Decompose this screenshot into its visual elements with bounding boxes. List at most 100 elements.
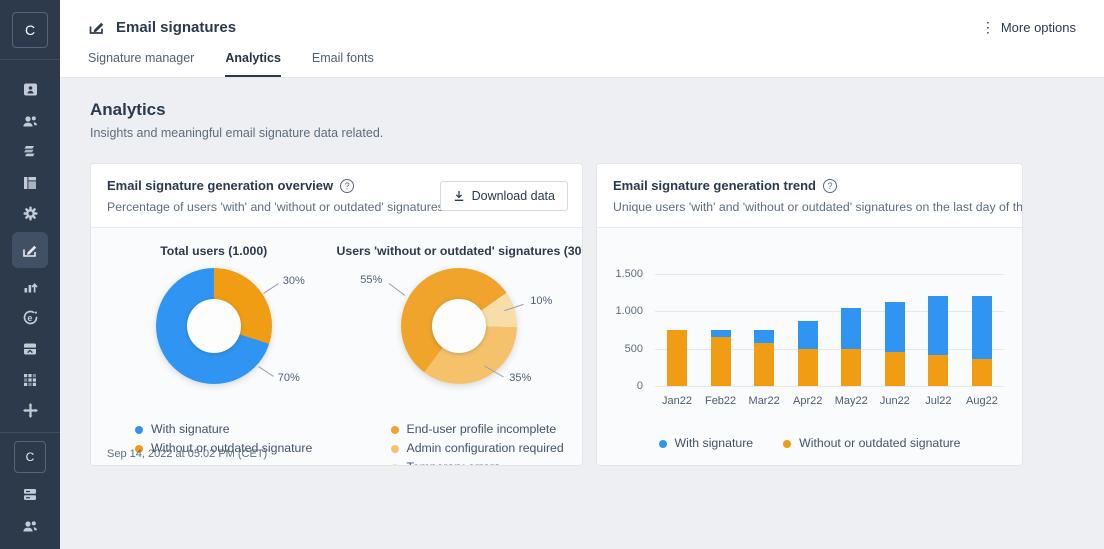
sidebar-item-email-signatures[interactable] <box>12 232 48 268</box>
help-icon[interactable]: ? <box>340 178 355 193</box>
donut2-legend: End-user profile incomplete Admin config… <box>390 420 583 465</box>
signature-icon <box>23 245 37 257</box>
legend-dot-orange <box>783 439 792 448</box>
callout-line <box>262 283 279 294</box>
legend-label: End-user profile incomplete <box>406 422 557 436</box>
download-data-button[interactable]: Download data <box>439 181 568 211</box>
donut-total-users: Total users (1.000) 30% 70% With signatu… <box>91 228 337 465</box>
ytick-0: 0 <box>636 380 643 392</box>
legend-label: Admin configuration required <box>406 441 564 455</box>
sidebar-item-server[interactable] <box>12 479 48 510</box>
content-area: Analytics Insights and meaningful email … <box>60 78 1104 466</box>
sidebar-item-contacts[interactable] <box>12 74 48 105</box>
trend-card: Email signature generation trend ? Uniqu… <box>596 163 1023 466</box>
legend-label: With signature <box>151 422 230 436</box>
trend-legend: With signature Without or outdated signa… <box>597 434 1022 453</box>
section-title: Analytics <box>90 100 166 119</box>
ytick-1500: 1.500 <box>615 268 643 280</box>
template-grid-icon <box>24 176 36 189</box>
bar-Apr22[interactable] <box>797 274 818 386</box>
download-data-label: Download data <box>471 189 555 203</box>
sidebar-item-layers[interactable] <box>12 136 48 167</box>
xlabel-Jan22: Jan22 <box>662 395 692 407</box>
legend-dot-orange-dark <box>390 425 399 434</box>
xlabel-Mar22: Mar22 <box>748 395 780 407</box>
sidebar-item-users[interactable] <box>12 105 48 136</box>
contact-card-icon <box>23 83 37 96</box>
user-group-icon <box>23 520 37 531</box>
sidebar-item-settings[interactable] <box>12 198 48 229</box>
overview-card-title: Email signature generation overview <box>107 178 334 193</box>
circular-e-icon: e <box>23 310 37 325</box>
callout-line <box>257 366 274 377</box>
callout-line <box>388 283 406 296</box>
sidebar-item-user-groups[interactable] <box>12 510 48 541</box>
section-subtitle: Insights and meaningful email signature … <box>90 126 384 140</box>
legend-item-with-signature: With signature <box>658 434 754 453</box>
app-logo-letter: C <box>24 22 36 38</box>
ytick-1000: 1.000 <box>615 305 643 318</box>
kebab-icon: ⋮ <box>980 19 995 35</box>
bar-Aug22[interactable] <box>971 274 992 386</box>
more-options-button[interactable]: ⋮ More options <box>981 20 1076 35</box>
page-header: Email signatures ⋮ More options Signatur… <box>60 0 1104 78</box>
tenant-avatar-letter: C <box>25 450 35 464</box>
donut-without-outdated: Users 'without or outdated' signatures (… <box>336 228 583 465</box>
legend-item-with-signature: With signature <box>135 420 337 439</box>
legend-item-profile-incomplete: End-user profile incomplete <box>390 420 583 439</box>
legend-label: Temporary errors <box>407 458 501 465</box>
xlabel-Jul22: Jul22 <box>925 395 952 407</box>
users-icon <box>23 115 37 126</box>
layers-icon <box>24 146 35 157</box>
donut2-callout-35: 35% <box>509 372 532 384</box>
legend-item-admin-config: Admin configuration required <box>390 439 583 458</box>
xlabel-Jun22: Jun22 <box>879 395 910 407</box>
server-icon <box>24 489 36 500</box>
sidebar-item-analytics[interactable] <box>12 271 48 302</box>
sidebar-item-apps-grid[interactable] <box>12 364 48 395</box>
donut2-chart[interactable] <box>401 268 518 384</box>
sidebar-nav: e <box>12 60 48 426</box>
donut2-title: Users 'without or outdated' signatures (… <box>336 244 583 258</box>
email-signatures-icon <box>89 22 104 34</box>
sidebar: C e C <box>0 0 60 549</box>
legend-label: Without or outdated signature <box>799 436 961 450</box>
donut2-callout-10: 10% <box>530 295 553 307</box>
legend-dot-orange-medium <box>390 444 399 453</box>
tenant-avatar[interactable]: C <box>14 441 46 473</box>
donut1-chart[interactable] <box>155 268 272 384</box>
bar-Jun22[interactable] <box>884 274 905 386</box>
chart-upload-icon <box>24 282 38 292</box>
xlabel-May22: May22 <box>834 395 868 407</box>
xlabel-Aug22: Aug22 <box>966 395 998 407</box>
legend-label: With signature <box>674 436 754 450</box>
tab-email-fonts[interactable]: Email fonts <box>312 51 374 77</box>
sidebar-bottom: C <box>12 433 48 549</box>
sidebar-item-templates[interactable] <box>12 167 48 198</box>
tab-signature-manager[interactable]: Signature manager <box>88 51 194 77</box>
trend-card-title: Email signature generation trend <box>613 178 816 193</box>
bar-Jul22[interactable] <box>928 274 949 386</box>
bar-Mar22[interactable] <box>754 274 775 386</box>
bar-Feb22[interactable] <box>710 274 731 386</box>
sidebar-item-archive[interactable] <box>12 333 48 364</box>
gridline <box>655 386 1004 387</box>
tab-analytics[interactable]: Analytics <box>225 51 281 77</box>
trend-xlabels: Jan22 Feb22 Mar22 Apr22 May22 Jun22 Jul22 Aug22 <box>655 395 1004 407</box>
sidebar-item-autoresponder[interactable]: e <box>12 302 48 333</box>
move-cross-icon <box>22 403 38 418</box>
trend-chart: 1.500 1.000 500 0 <box>597 268 1004 392</box>
bar-May22[interactable] <box>841 274 862 386</box>
donut1-title: Total users (1.000) <box>160 244 268 258</box>
bar-Jan22[interactable] <box>667 274 687 386</box>
page-title: Email signatures <box>116 18 237 36</box>
tab-bar: Signature manager Analytics Email fonts <box>88 51 1076 77</box>
download-icon <box>454 191 463 201</box>
sidebar-item-move[interactable] <box>12 395 48 426</box>
app-logo[interactable]: C <box>12 12 48 48</box>
xlabel-Feb22: Feb22 <box>704 395 737 407</box>
svg-text:e: e <box>27 313 32 323</box>
more-options-label: More options <box>1000 19 1076 35</box>
help-icon[interactable]: ? <box>823 178 837 193</box>
ytick-500: 500 <box>624 342 643 355</box>
